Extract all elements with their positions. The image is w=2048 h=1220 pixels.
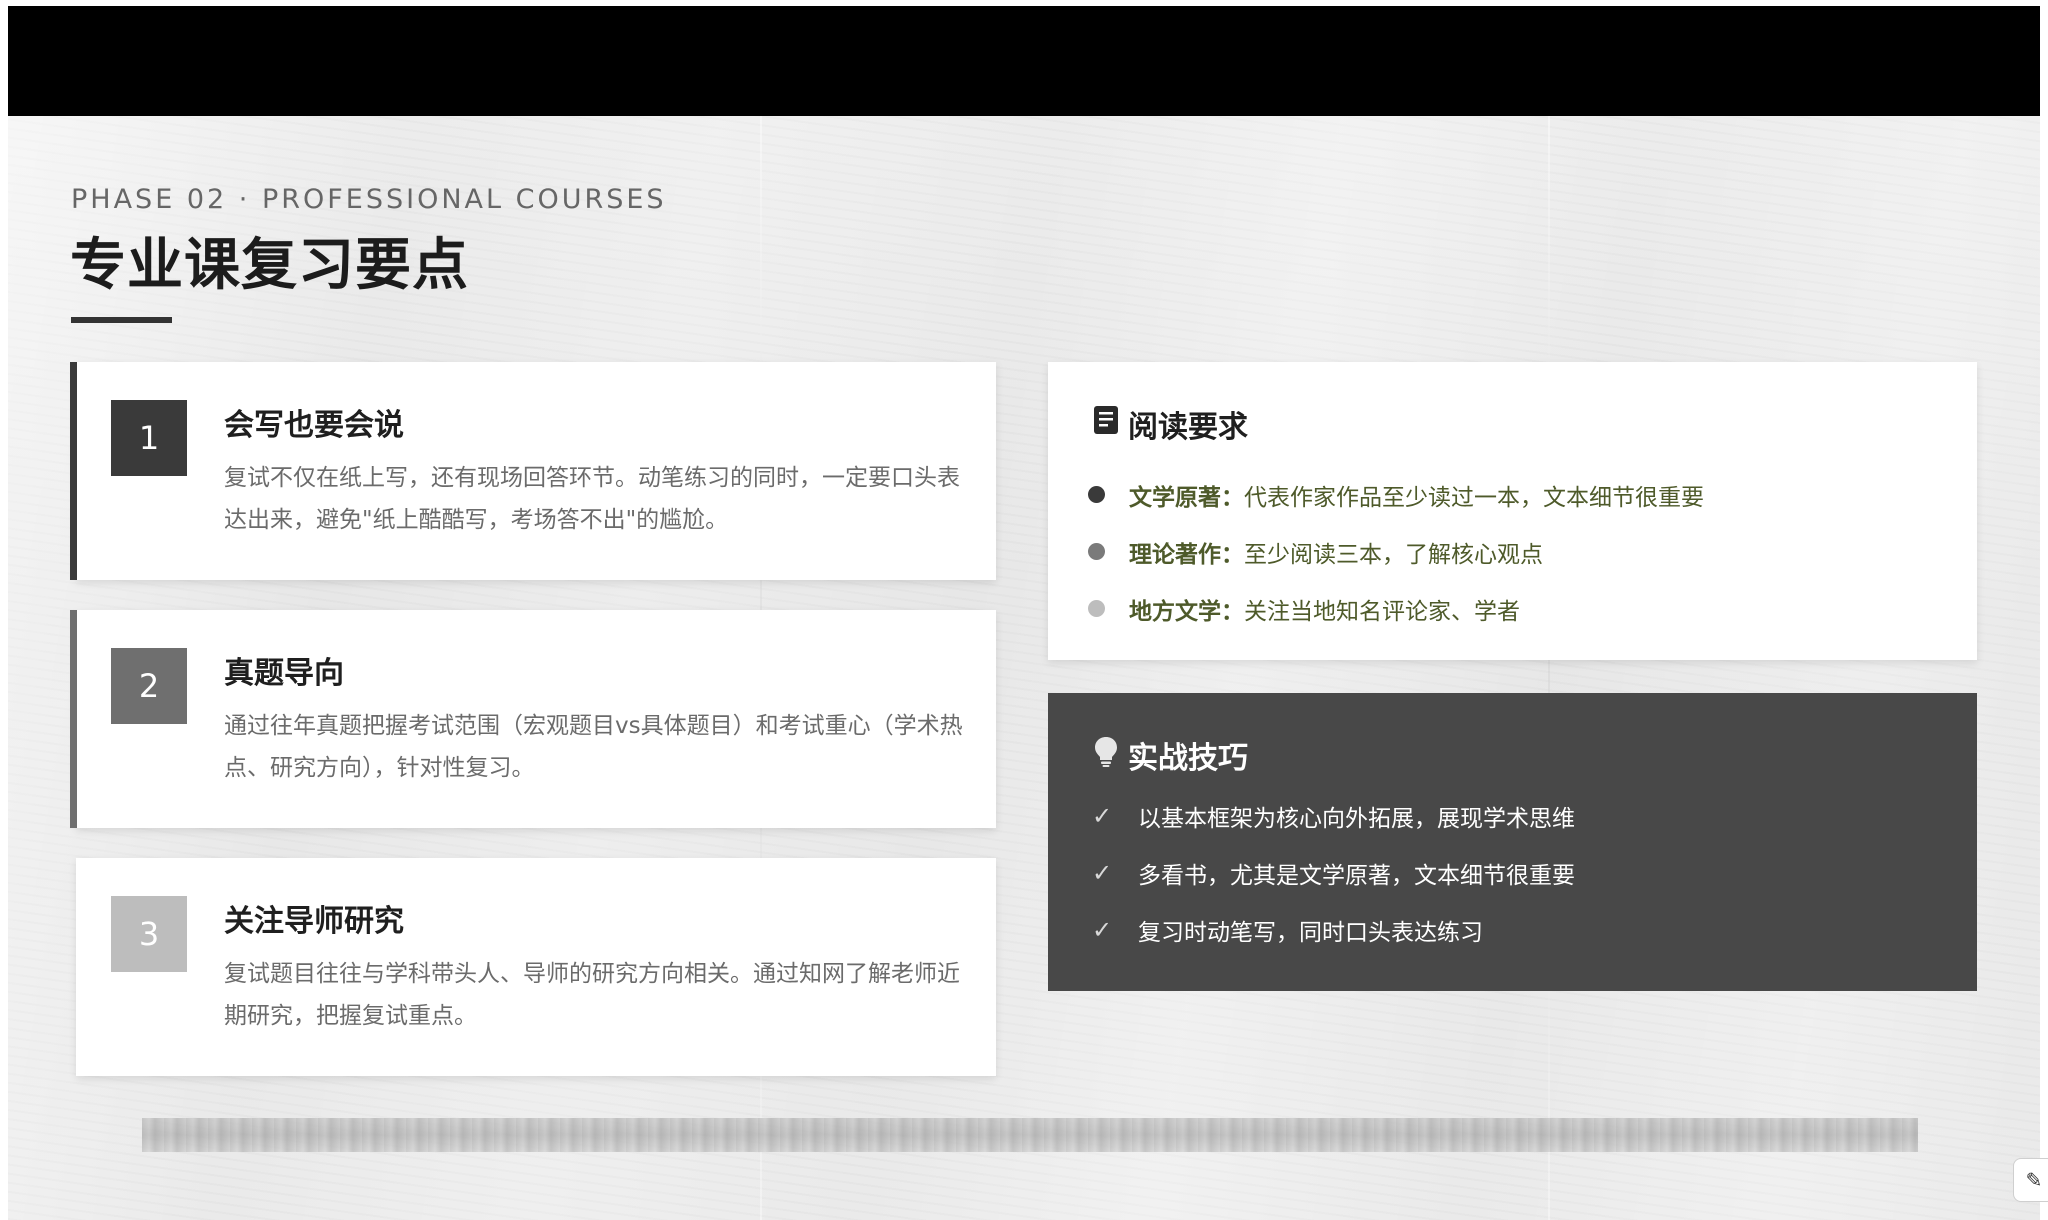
tip-text: 多看书，尤其是文学原著，文本细节很重要 [1138,862,1575,889]
point-card-1: 1 会写也要会说 复试不仅在纸上写，还有现场回答环节。动笔练习的同时，一定要口头… [70,362,996,580]
reading-header: 阅读要求 [1092,402,1248,446]
card-accent-bar [70,610,77,828]
bullet-dot [1088,486,1105,503]
card-title: 会写也要会说 [224,408,404,443]
reading-list: 文学原著： 代表作家作品至少读过一本，文本细节很重要 理论著作： 至少阅读三本，… [1088,466,1704,637]
title-underline [71,317,172,323]
card-accent-bar [70,362,77,580]
reading-title: 阅读要求 [1128,410,1248,445]
slide: PHASE 02 · PROFESSIONAL COURSES 专业课复习要点 … [8,116,2040,1220]
card-number-badge: 1 [111,400,187,476]
pencil-icon: ✎ [2025,1168,2043,1192]
page-title: 专业课复习要点 [70,233,469,298]
item-label: 理论著作： [1129,541,1244,568]
card-body: 通过往年真题把握考试范围（宏观题目vs具体题目）和考试重心（学术热点、研究方向）… [224,713,963,781]
book-icon [1092,405,1120,443]
list-item: ✓ 复习时动笔写，同时口头表达练习 [1088,901,1575,958]
list-item: ✓ 多看书，尤其是文学原著，文本细节很重要 [1088,844,1575,901]
list-item: 文学原著： 代表作家作品至少读过一本，文本细节很重要 [1088,466,1704,523]
check-icon: ✓ [1091,801,1113,830]
phase-label: PHASE 02 · PROFESSIONAL COURSES [71,184,667,215]
card-title: 真题导向 [224,656,344,691]
paper-crease [1548,116,1550,1220]
tips-header: 实战技巧 [1092,733,1248,777]
tips-list: ✓ 以基本框架为核心向外拓展，展现学术思维 ✓ 多看书，尤其是文学原著，文本细节… [1088,787,1575,958]
tip-text: 以基本框架为核心向外拓展，展现学术思维 [1138,805,1575,832]
top-black-bar [8,6,2040,116]
list-item: ✓ 以基本框架为核心向外拓展，展现学术思维 [1088,787,1575,844]
item-label: 文学原著： [1129,484,1244,511]
point-card-2: 2 真题导向 通过往年真题把握考试范围（宏观题目vs具体题目）和考试重心（学术热… [70,610,996,828]
list-item: 理论著作： 至少阅读三本，了解核心观点 [1088,523,1704,580]
tip-text: 复习时动笔写，同时口头表达练习 [1138,919,1483,946]
card-body: 复试不仅在纸上写，还有现场回答环节。动笔练习的同时，一定要口头表达出来，避免"纸… [224,465,960,533]
card-number-badge: 2 [111,648,187,724]
practical-tips-panel: 实战技巧 ✓ 以基本框架为核心向外拓展，展现学术思维 ✓ 多看书，尤其是文学原著… [1048,693,1977,991]
point-card-3: 3 关注导师研究 复试题目往往与学科带头人、导师的研究方向相关。通过知网了解老师… [76,858,996,1076]
reading-requirements-panel: 阅读要求 文学原著： 代表作家作品至少读过一本，文本细节很重要 理论著作： 至少… [1048,362,1977,660]
lightbulb-icon [1092,735,1120,775]
item-label: 地方文学： [1129,598,1244,625]
torn-paper-strip [142,1118,1918,1152]
edit-button[interactable]: ✎ [2013,1158,2048,1202]
check-icon: ✓ [1091,858,1113,887]
card-number-badge: 3 [111,896,187,972]
check-icon: ✓ [1091,915,1113,944]
screen: PHASE 02 · PROFESSIONAL COURSES 专业课复习要点 … [0,0,2048,1220]
item-text: 代表作家作品至少读过一本，文本细节很重要 [1244,484,1704,511]
card-title: 关注导师研究 [224,904,404,939]
tips-title: 实战技巧 [1128,741,1248,776]
item-text: 至少阅读三本，了解核心观点 [1244,541,1543,568]
list-item: 地方文学： 关注当地知名评论家、学者 [1088,580,1704,637]
item-text: 关注当地知名评论家、学者 [1244,598,1520,625]
bullet-dot [1088,600,1105,617]
card-body: 复试题目往往与学科带头人、导师的研究方向相关。通过知网了解老师近期研究，把握复试… [224,961,960,1029]
bullet-dot [1088,543,1105,560]
